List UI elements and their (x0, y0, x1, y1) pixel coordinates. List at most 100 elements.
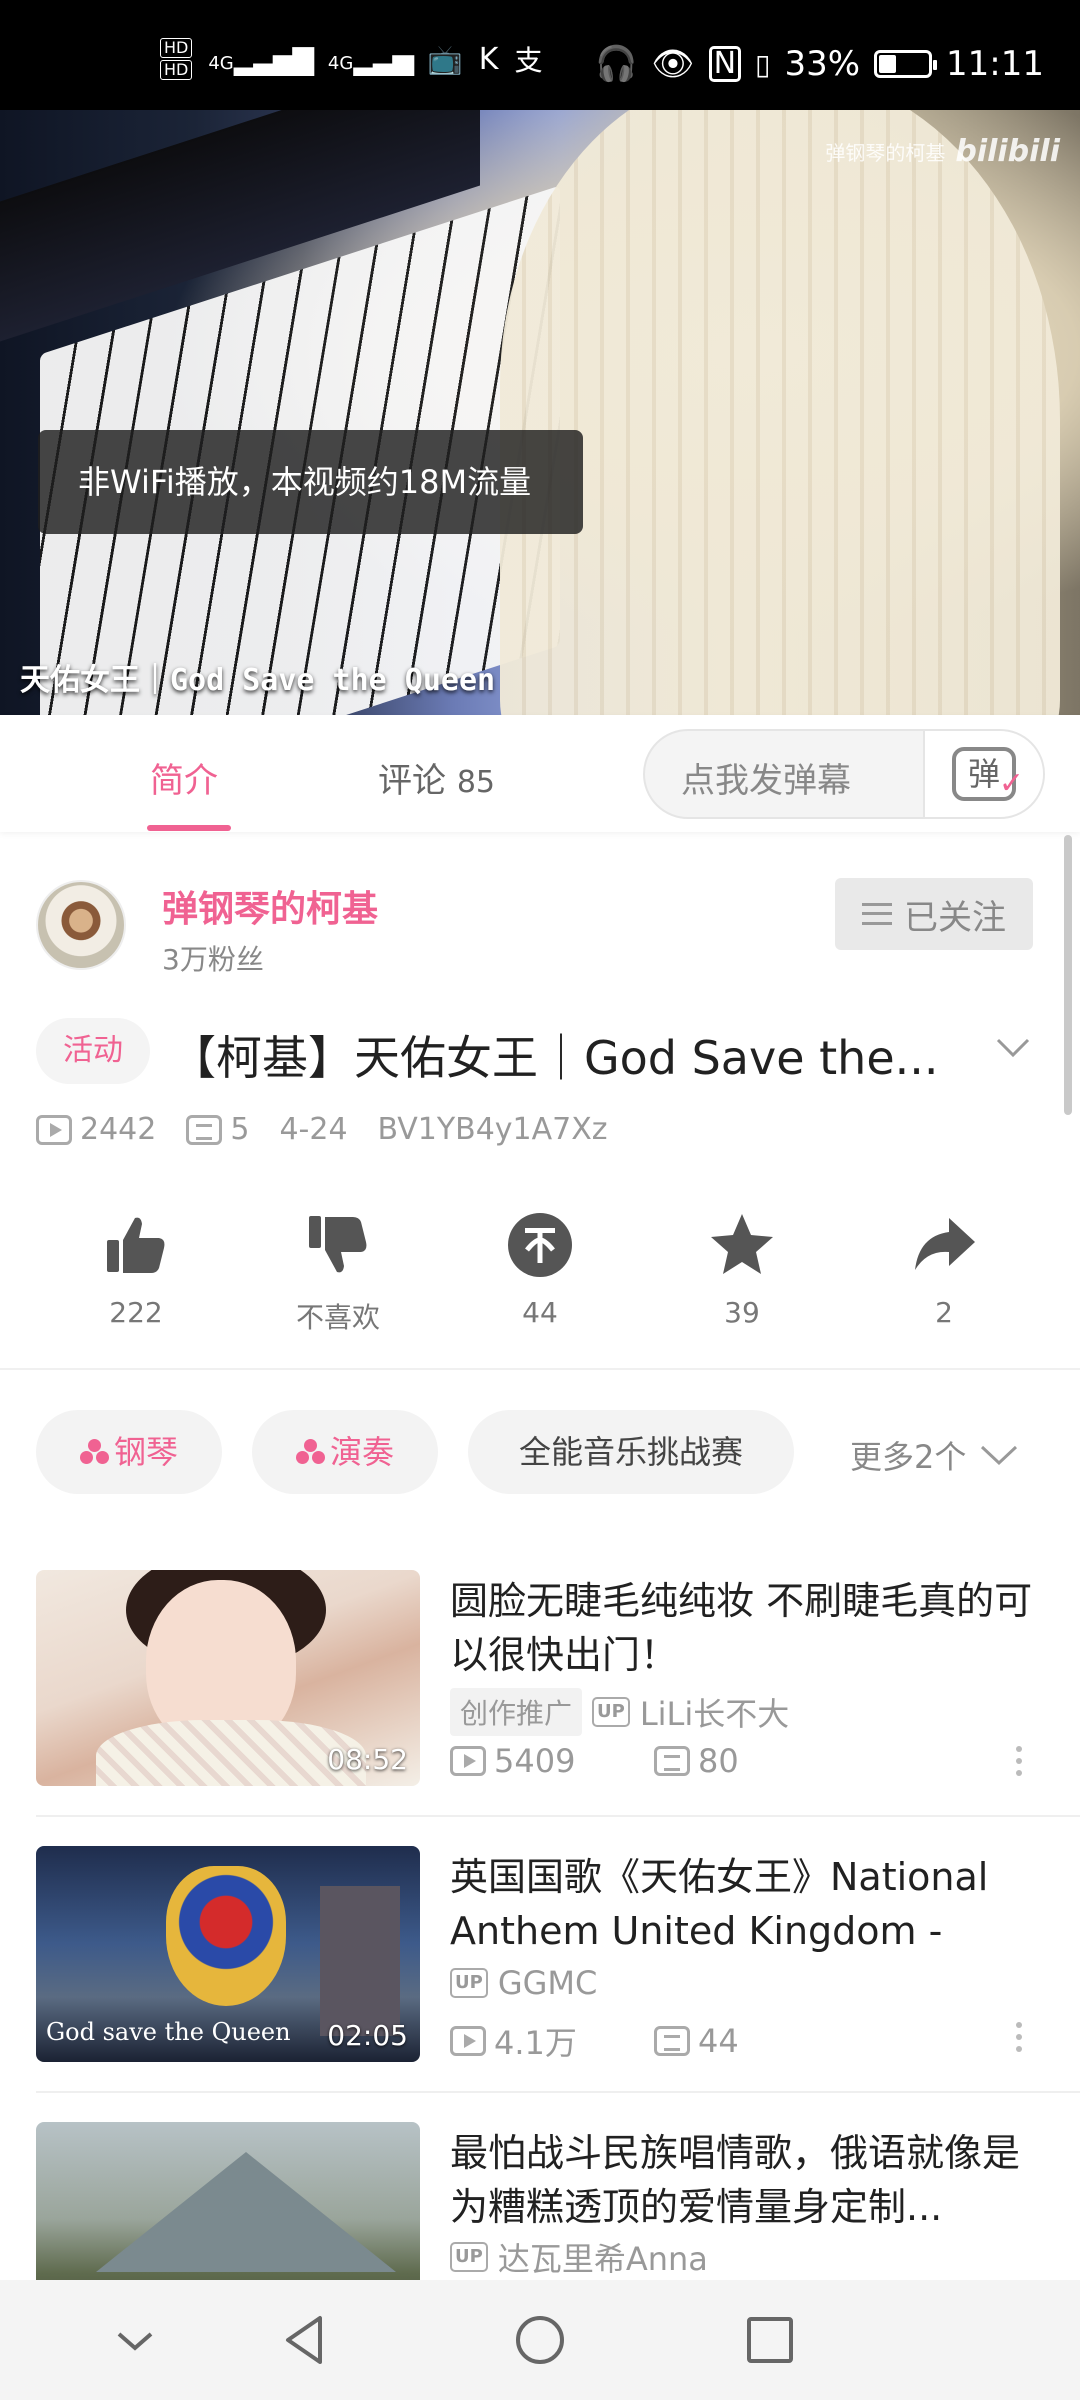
rec-stats: 4.1万 44 (450, 2018, 739, 2064)
chevron-down-icon (981, 1445, 1018, 1466)
play-count-icon (36, 1114, 72, 1145)
upload-date: 4-24 (279, 1112, 348, 1147)
video-title: 【柯基】天佑女王｜God Save the... (170, 1031, 939, 1085)
list-item[interactable]: God save the Queen 02:05 英国国歌《天佑女王》Natio… (0, 1846, 1080, 2066)
play-count-icon (450, 1746, 486, 1776)
uploader-avatar[interactable] (36, 880, 126, 970)
list-item[interactable]: 08:52 圆脸无睫毛纯纯妆 不刷睫毛真的可以很快出门！ 创作推广 UP LiL… (0, 1570, 1080, 1790)
headphone-icon: 🎧 (595, 44, 638, 84)
action-bar: 222 不喜欢 44 39 2 (0, 1210, 1080, 1340)
uploader-name[interactable]: 弹钢琴的柯基 (162, 880, 378, 932)
tab-comments[interactable]: 评论 85 (378, 753, 495, 802)
channel-icon (79, 1439, 110, 1465)
status-left-icons: HD HD 4G▂▃▅▇ 4G▂▃▅ 📺 K 支 (160, 38, 543, 80)
rec-title: 圆脸无睫毛纯纯妆 不刷睫毛真的可以很快出门！ (450, 1579, 1033, 1677)
up-icon: UP (592, 1697, 630, 1727)
divider (36, 2091, 1080, 2093)
danmaku-icon: 弹 ✓ (952, 747, 1024, 801)
tab-intro[interactable]: 简介 (150, 753, 218, 802)
rec-uploader: GGMC (497, 1964, 598, 2002)
video-caption: 天佑女王｜God Save the Queen (20, 663, 496, 698)
recents-icon[interactable] (740, 2310, 800, 2370)
data-usage-toast: 非WiFi播放，本视频约18M流量 (38, 430, 583, 534)
menu-icon (862, 903, 892, 925)
eye-icon: 👁 (651, 44, 695, 84)
rec-uploader-row: UP GGMC (450, 1964, 597, 2002)
danmaku-bar: 点我发弹幕 弹 ✓ (643, 729, 1045, 819)
rec-uploader-row: UP 达瓦里希Anna (450, 2234, 708, 2280)
favorite-icon (711, 1214, 773, 1274)
activity-badge[interactable]: 活动 (36, 1018, 150, 1084)
tab-indicator (147, 825, 231, 831)
nfc-icon: N (708, 46, 742, 82)
play-count-icon (450, 2026, 486, 2056)
signal-2-icon: 4G▂▃▅ (327, 42, 414, 76)
clock: 11:11 (946, 44, 1044, 84)
danmaku-count-icon (654, 2026, 690, 2056)
tv-app-icon: 📺 (427, 42, 463, 76)
tag-piano[interactable]: 钢琴 (36, 1410, 222, 1494)
video-watermark: 弹钢琴的柯基 bilibili (825, 134, 1060, 169)
home-icon[interactable] (510, 2310, 570, 2370)
duration: 08:52 (327, 1743, 408, 1776)
back-icon[interactable] (278, 2310, 338, 2370)
signal-icon: 4G▂▃▅▇ (208, 42, 314, 76)
video-thumbnail[interactable] (36, 2122, 420, 2280)
danmaku-input[interactable]: 点我发弹幕 (681, 753, 851, 802)
up-icon: UP (450, 2242, 488, 2272)
like-button[interactable]: 222 (66, 1210, 206, 1329)
video-player[interactable]: 弹钢琴的柯基 bilibili 非WiFi播放，本视频约18M流量 天佑女王｜G… (0, 110, 1080, 715)
promo-badge: 创作推广 (450, 1688, 583, 1736)
chevron-down-icon[interactable] (996, 1030, 1030, 1064)
scrollbar[interactable] (1064, 835, 1072, 1115)
more-options-icon[interactable] (1016, 2022, 1024, 2056)
k-app-icon: K (478, 41, 499, 77)
vibrate-icon: ▯ (755, 47, 771, 81)
battery-percent: 33% (784, 44, 861, 84)
coin-icon (508, 1213, 572, 1277)
tag-music-challenge[interactable]: 全能音乐挑战赛 (468, 1410, 794, 1494)
video-thumbnail[interactable]: God save the Queen 02:05 (36, 1846, 420, 2062)
status-right-icons: 🎧 👁 N ▯ 33% 11:11 (595, 44, 1044, 84)
up-icon: UP (450, 1968, 488, 1998)
view-count: 2442 (80, 1112, 157, 1147)
divider (0, 1368, 1080, 1370)
rec-stats: 5409 80 (450, 1742, 739, 1780)
thumbnail-caption: God save the Queen (46, 2018, 291, 2046)
duration: 02:05 (327, 2019, 408, 2052)
dislike-icon (309, 1216, 367, 1273)
divider (36, 1815, 1080, 1817)
danmaku-count: 5 (230, 1112, 250, 1147)
list-item[interactable]: 最怕战斗民族唱情歌，俄语就像是为糟糕透顶的爱情量身定制... UP 达瓦里希An… (0, 2122, 1080, 2280)
more-options-icon[interactable] (1016, 1746, 1024, 1780)
danmaku-toggle-button[interactable]: 弹 ✓ (923, 731, 1043, 817)
rec-uploader: 达瓦里希Anna (497, 2240, 708, 2278)
tag-performance[interactable]: 演奏 (252, 1410, 438, 1494)
uploader-fans: 3万粉丝 (162, 943, 264, 976)
status-bar: HD HD 4G▂▃▅▇ 4G▂▃▅ 📺 K 支 🎧 👁 N ▯ 33% 11:1… (0, 0, 1080, 110)
share-button[interactable]: 2 (874, 1210, 1014, 1329)
favorite-button[interactable]: 39 (672, 1210, 812, 1329)
bvid: BV1YB4y1A7Xz (377, 1112, 608, 1147)
tab-bar: 简介 评论 85 点我发弹幕 弹 ✓ (0, 715, 1080, 832)
rec-title: 最怕战斗民族唱情歌，俄语就像是为糟糕透顶的爱情量身定制... (450, 2131, 1021, 2229)
battery-icon (874, 50, 938, 78)
rec-title: 英国国歌《天佑女王》National Anthem United Kingdom… (450, 1855, 989, 1953)
rec-uploader-row: 创作推广 UP LiLi长不大 (450, 1688, 789, 1736)
more-tags-button[interactable]: 更多2个 (850, 1432, 1018, 1478)
rec-uploader: LiLi长不大 (639, 1695, 790, 1733)
chevron-down-icon[interactable] (105, 2310, 165, 2370)
hd-icon: HD HD (160, 38, 193, 80)
system-nav-bar (0, 2280, 1080, 2400)
follow-button[interactable]: 已关注 (835, 878, 1033, 950)
dislike-button[interactable]: 不喜欢 (268, 1210, 408, 1336)
coin-button[interactable]: 44 (470, 1210, 610, 1329)
share-icon (915, 1218, 975, 1270)
like-icon (107, 1217, 165, 1273)
video-frame-performer (500, 110, 1060, 715)
alipay-icon: 支 (514, 44, 543, 77)
video-meta: 2442 5 4-24 BV1YB4y1A7Xz (36, 1112, 608, 1147)
video-thumbnail[interactable]: 08:52 (36, 1570, 420, 1786)
danmaku-count-icon (654, 1746, 690, 1776)
channel-icon (295, 1439, 326, 1465)
